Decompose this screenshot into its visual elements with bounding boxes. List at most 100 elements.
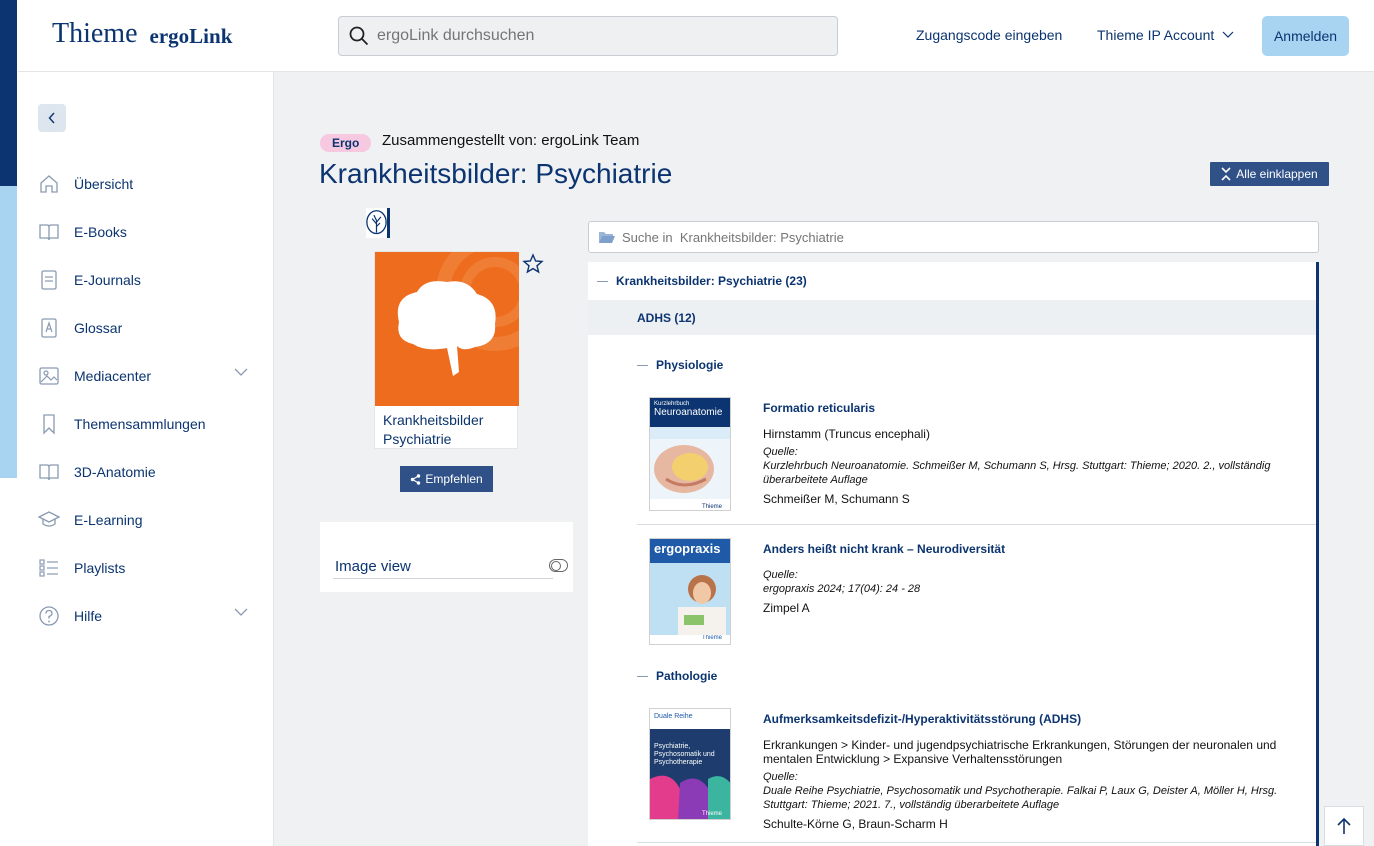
collection-cover[interactable]: Krankheitsbilder Psychiatrie xyxy=(374,251,519,449)
folder-open-icon xyxy=(599,232,615,243)
child-photo-image xyxy=(650,563,730,635)
sidebar-item-label: Mediacenter xyxy=(74,368,152,384)
main-content: Ergo Zusammengestellt von: ergoLink Team… xyxy=(274,72,1374,846)
collapse-icon xyxy=(1221,167,1231,181)
thieme-logo[interactable]: Thieme ergoLink xyxy=(52,18,390,238)
search-icon xyxy=(349,26,369,46)
journal-thumbnail[interactable]: ergopraxis Thieme xyxy=(649,538,731,645)
collection-search-input[interactable] xyxy=(622,229,1302,245)
product-name: ergoLink xyxy=(149,24,233,48)
scroll-to-top-button[interactable] xyxy=(1324,806,1364,846)
thumb-band xyxy=(650,427,730,439)
book-icon xyxy=(39,464,59,481)
sidebar-item-label: Glossar xyxy=(74,320,123,336)
item-title-link[interactable]: Anders heißt nicht krank – Neurodiversit… xyxy=(763,542,1303,556)
access-code-link[interactable]: Zugangscode eingeben xyxy=(916,27,1062,43)
chevron-down-icon xyxy=(1222,31,1234,38)
collapse-dash-icon xyxy=(637,364,648,366)
sidebar-item-ejournals[interactable]: E-Journals xyxy=(38,265,248,295)
collection-search[interactable] xyxy=(588,221,1319,253)
item-description: Erkrankungen > Kinder- und jugendpsychia… xyxy=(763,738,1277,766)
sidebar-item-ebooks[interactable]: E-Books xyxy=(38,217,248,247)
anatomy-image xyxy=(650,439,730,499)
item-body: Aufmerksamkeitsdefizit-/Hyperaktivitätss… xyxy=(763,712,1303,831)
thumb-image xyxy=(650,563,730,635)
cover-art xyxy=(375,252,519,406)
ip-account-menu[interactable]: Thieme IP Account xyxy=(1097,27,1234,43)
bookmark-icon xyxy=(43,414,55,435)
cover-title-line: Krankheitsbilder xyxy=(383,412,484,428)
tree-group-label: Physiologie xyxy=(656,358,724,372)
global-search-input[interactable] xyxy=(377,27,817,45)
item-title-link[interactable]: Aufmerksamkeitsdefizit-/Hyperaktivitätss… xyxy=(763,712,1303,726)
share-label: Empfehlen xyxy=(425,472,483,486)
item-description: Hirnstamm (Truncus encephali) xyxy=(763,427,930,441)
item-authors: Schulte-Körne G, Braun-Scharm H xyxy=(763,817,948,831)
thumb-title: ergopraxis xyxy=(650,539,730,563)
item-source: Duale Reihe Psychiatrie, Psychosomatik u… xyxy=(763,785,1278,811)
item-body: Formatio reticularis Hirnstamm (Truncus … xyxy=(763,401,1303,506)
cover-title-line: Psychiatrie xyxy=(383,431,452,447)
sidebar-collapse-button[interactable] xyxy=(38,104,66,132)
item-source: ergopraxis 2024; 17(04): 24 - 28 xyxy=(763,583,921,595)
item-source-label: Quelle: xyxy=(763,771,798,783)
journal-icon xyxy=(41,270,57,290)
image-view-toggle[interactable] xyxy=(549,559,568,572)
list-item[interactable]: ergopraxis Thieme Anders heißt nicht kra… xyxy=(637,538,1316,646)
item-body: Anders heißt nicht krank – Neurodiversit… xyxy=(763,542,1303,615)
list-item[interactable]: Duale Reihe Psychiatrie, Psychosomatik u… xyxy=(637,708,1316,846)
chevron-down-icon[interactable] xyxy=(234,608,248,617)
brand-name: Thieme xyxy=(52,18,138,49)
sidebar-item-label: Hilfe xyxy=(74,608,103,624)
graduation-cap-icon xyxy=(38,511,60,527)
book-thumbnail[interactable]: Duale Reihe Psychiatrie, Psychosomatik u… xyxy=(649,708,731,820)
chevron-down-icon[interactable] xyxy=(234,368,248,377)
edge-bar-light xyxy=(0,186,17,478)
star-icon[interactable] xyxy=(522,253,544,275)
sidebar-item-hilfe[interactable]: Hilfe xyxy=(38,601,248,631)
list-icon xyxy=(39,559,58,577)
collapse-all-button[interactable]: Alle einklappen xyxy=(1210,162,1329,186)
share-button[interactable]: Empfehlen xyxy=(400,466,493,492)
item-divider xyxy=(637,524,1316,525)
login-button[interactable]: Anmelden xyxy=(1262,16,1349,56)
sidebar-item-glossar[interactable]: Glossar xyxy=(38,313,248,343)
thumb-title: Psychiatrie, Psychosomatik und Psychothe… xyxy=(654,743,715,766)
sidebar-item-label: E-Learning xyxy=(74,512,143,528)
list-item[interactable]: Kurzlehrbuch Neuroanatomie Thieme Format… xyxy=(637,397,1316,525)
page-title: Krankheitsbilder: Psychiatrie xyxy=(319,158,673,189)
sidebar-item-themensammlungen[interactable]: Themensammlungen xyxy=(38,409,248,439)
help-icon xyxy=(39,606,59,626)
sidebar-item-label: 3D-Anatomie xyxy=(74,464,156,480)
item-source-label: Quelle: xyxy=(763,569,798,581)
tree-group-physiologie[interactable]: Physiologie xyxy=(637,350,723,380)
collapse-dash-icon xyxy=(637,675,648,677)
item-authors: Zimpel A xyxy=(763,601,810,615)
tree-root[interactable]: Krankheitsbilder: Psychiatrie (23) xyxy=(588,262,1316,300)
item-title-link[interactable]: Formatio reticularis xyxy=(763,401,1303,415)
sidebar: Übersicht E-Books E-Journals Glossar Med… xyxy=(18,72,274,846)
image-view-label: Image view xyxy=(335,558,411,575)
collapse-dash-icon xyxy=(597,280,608,282)
arrow-up-icon xyxy=(1337,817,1351,834)
sidebar-item-label: E-Books xyxy=(74,224,127,240)
sidebar-item-3d-anatomie[interactable]: 3D-Anatomie xyxy=(38,457,248,487)
left-edge-bar xyxy=(0,0,18,846)
book-thumbnail[interactable]: Kurzlehrbuch Neuroanatomie Thieme xyxy=(649,397,731,511)
sidebar-item-label: Themensammlungen xyxy=(74,416,206,432)
tree-section-label: ADHS (12) xyxy=(637,310,696,325)
thumb-series: Duale Reihe xyxy=(650,709,730,729)
tree-group-pathologie[interactable]: Pathologie xyxy=(637,661,717,691)
glossary-icon xyxy=(41,318,57,338)
sidebar-item-elearning[interactable]: E-Learning xyxy=(38,505,248,535)
tree-section-adhs[interactable]: ADHS (12) xyxy=(588,300,1316,335)
item-authors: Schmeißer M, Schumann S xyxy=(763,492,910,506)
collapse-all-label: Alle einklappen xyxy=(1236,167,1318,181)
global-search[interactable] xyxy=(338,16,838,56)
book-icon xyxy=(39,224,59,241)
chevron-left-icon xyxy=(48,112,55,124)
sidebar-item-playlists[interactable]: Playlists xyxy=(38,553,248,583)
sidebar-item-mediacenter[interactable]: Mediacenter xyxy=(38,361,248,391)
thumb-title: Neuroanatomie xyxy=(654,407,723,418)
sidebar-item-uebersicht[interactable]: Übersicht xyxy=(38,169,248,199)
